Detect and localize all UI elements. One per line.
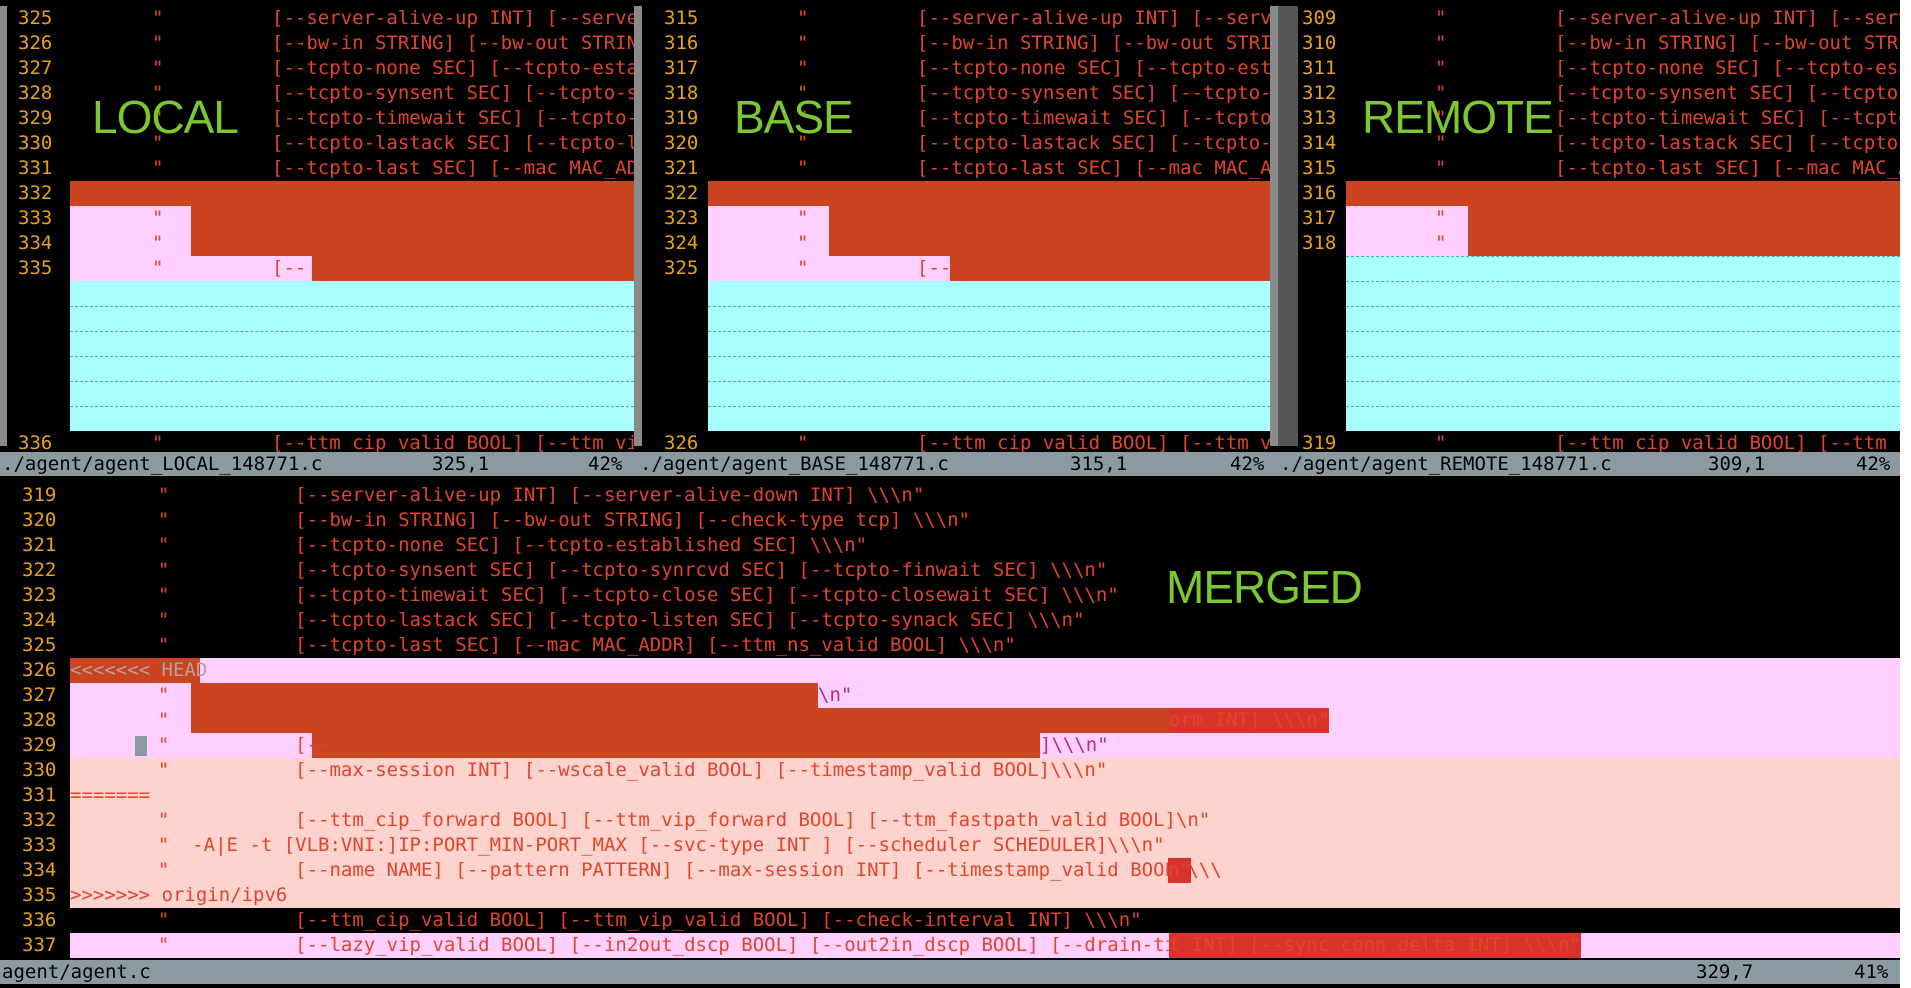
code-line[interactable]: 334 ": [0, 231, 634, 256]
status-filename: ./agent/agent_LOCAL_148771.c: [2, 453, 323, 475]
remote-status-bar[interactable]: ./agent/agent_REMOTE_148771.c 309,1 42%: [1278, 452, 1900, 476]
status-filename: agent/agent.c: [2, 961, 151, 983]
code-line[interactable]: 327 " \n": [0, 683, 1900, 708]
code-line[interactable]: 333 " -A|E -t [VLB:VNI:]IP:PORT_MIN-PORT…: [0, 833, 1900, 858]
code-line[interactable]: 327 " [--tcpto-none SEC] [--tcpto-esta: [0, 56, 634, 81]
code-line[interactable]: 325 " [--: [642, 256, 1270, 281]
code-line[interactable]: 337 " [--lazy_vip_valid BOOL] [--in2out_…: [0, 933, 1900, 958]
code-line[interactable]: 322 " [--tcpto-synsent SEC] [--tcpto-syn…: [0, 558, 1900, 583]
code-line[interactable]: 325 " [--server-alive-up INT] [--serve: [0, 6, 634, 31]
code-line[interactable]: 326 " [--ttm_cip_valid BOOL] [--ttm_vi: [642, 431, 1270, 452]
code-line[interactable]: 321 " [--tcpto-last SEC] [--mac MAC_AD: [642, 156, 1270, 181]
code-line[interactable]: 332 " [--ttm_cip_forward BOOL] [--ttm_vi…: [0, 808, 1900, 833]
status-filename: ./agent/agent_BASE_148771.c: [640, 453, 949, 475]
status-scroll-percent: 42%: [1230, 453, 1265, 475]
code-line[interactable]: 319 " [--ttm_cip_valid BOOL] [--ttm_v: [1298, 431, 1900, 452]
vimdiff-window: 325 " [--server-alive-up INT] [--serve 326…: [0, 0, 1900, 988]
status-filename: ./agent/agent_REMOTE_148771.c: [1280, 453, 1612, 475]
filler-band: [1346, 256, 1900, 431]
vertical-split-separator[interactable]: [1278, 6, 1298, 446]
status-cursor-position: 315,1: [1070, 453, 1128, 475]
code-line[interactable]: 315 " [--server-alive-up INT] [--serve: [642, 6, 1270, 31]
conflict-marker-head[interactable]: 326 <<<<<<< HEAD: [0, 658, 1900, 683]
status-cursor-position: 325,1: [432, 453, 490, 475]
code-line[interactable]: 330 " [--max-session INT] [--wscale_vali…: [0, 758, 1900, 783]
status-scroll-percent: 42%: [588, 453, 623, 475]
code-line[interactable]: 321 " [--tcpto-none SEC] [--tcpto-establ…: [0, 533, 1900, 558]
code-line[interactable]: 309 " [--server-alive-up INT] [--serv: [1298, 6, 1900, 31]
vertical-split-separator[interactable]: [634, 6, 642, 446]
remote-label: REMOTE: [1362, 91, 1554, 143]
code-line[interactable]: 326 " [--bw-in STRING] [--bw-out STRIN: [0, 31, 634, 56]
code-line[interactable]: 335 " [--: [0, 256, 634, 281]
code-line[interactable]: 334 " [--name NAME] [--pattern PATTERN] …: [0, 858, 1900, 883]
merged-label: MERGED: [1166, 561, 1363, 613]
code-line[interactable]: 331 " [--tcpto-last SEC] [--mac MAC_AD: [0, 156, 634, 181]
code-line[interactable]: 316 " [--bw-in STRING] [--bw-out STRIN: [642, 31, 1270, 56]
code-line[interactable]: 333 ": [0, 206, 634, 231]
code-line[interactable]: 332: [0, 181, 634, 206]
status-scroll-percent: 41%: [1854, 961, 1889, 983]
merged-status-bar[interactable]: agent/agent.c 329,7 41%: [0, 960, 1900, 984]
code-line[interactable]: 329 " [--]\\\n": [0, 733, 1900, 758]
base-label: BASE: [734, 91, 854, 143]
code-line[interactable]: 311 " [--tcpto-none SEC] [--tcpto-est: [1298, 56, 1900, 81]
code-line[interactable]: 336 " [--ttm_cip_valid BOOL] [--ttm_vi: [0, 431, 634, 452]
code-line[interactable]: 336 " [--ttm_cip_valid BOOL] [--ttm_vip_…: [0, 908, 1900, 933]
code-line[interactable]: 315 " [--tcpto-last SEC] [--mac MAC_A: [1298, 156, 1900, 181]
status-cursor-position: 309,1: [1708, 453, 1766, 475]
code-line[interactable]: 328 " orm INT] \\\n": [0, 708, 1900, 733]
vertical-split-separator[interactable]: [1270, 6, 1278, 446]
remote-pane[interactable]: 309 " [--server-alive-up INT] [--serv 310 "…: [1298, 6, 1900, 452]
code-line[interactable]: 310 " [--bw-in STRING] [--bw-out STRI: [1298, 31, 1900, 56]
status-cursor-position: 329,7: [1696, 961, 1754, 983]
code-line[interactable]: 317 ": [1298, 206, 1900, 231]
code-line[interactable]: 324 ": [642, 231, 1270, 256]
code-line[interactable]: 324 " [--tcpto-lastack SEC] [--tcpto-lis…: [0, 608, 1900, 633]
code-line[interactable]: 323 ": [642, 206, 1270, 231]
merged-pane[interactable]: 319 " [--server-alive-up INT] [--server-…: [0, 476, 1900, 960]
base-status-bar[interactable]: ./agent/agent_BASE_148771.c 315,1 42%: [634, 452, 1278, 476]
status-scroll-percent: 42%: [1856, 453, 1891, 475]
base-pane[interactable]: 315 " [--server-alive-up INT] [--serve 316…: [642, 6, 1270, 452]
local-status-bar[interactable]: ./agent/agent_LOCAL_148771.c 325,1 42%: [0, 452, 634, 476]
conflict-marker-separator[interactable]: 331 =======: [0, 783, 1900, 808]
code-line[interactable]: 325 " [--tcpto-last SEC] [--mac MAC_ADDR…: [0, 633, 1900, 658]
conflict-marker-theirs[interactable]: 335 >>>>>>> origin/ipv6: [0, 883, 1900, 908]
code-line[interactable]: 316: [1298, 181, 1900, 206]
code-line[interactable]: 319 " [--server-alive-up INT] [--server-…: [0, 483, 1900, 508]
code-line[interactable]: 322: [642, 181, 1270, 206]
local-label: LOCAL: [92, 91, 239, 143]
code-line[interactable]: 318 ": [1298, 231, 1900, 256]
local-pane[interactable]: 325 " [--server-alive-up INT] [--serve 326…: [0, 6, 634, 452]
code-line[interactable]: 317 " [--tcpto-none SEC] [--tcpto-esta: [642, 56, 1270, 81]
code-line[interactable]: 323 " [--tcpto-timewait SEC] [--tcpto-cl…: [0, 583, 1900, 608]
code-line[interactable]: 320 " [--bw-in STRING] [--bw-out STRING]…: [0, 508, 1900, 533]
